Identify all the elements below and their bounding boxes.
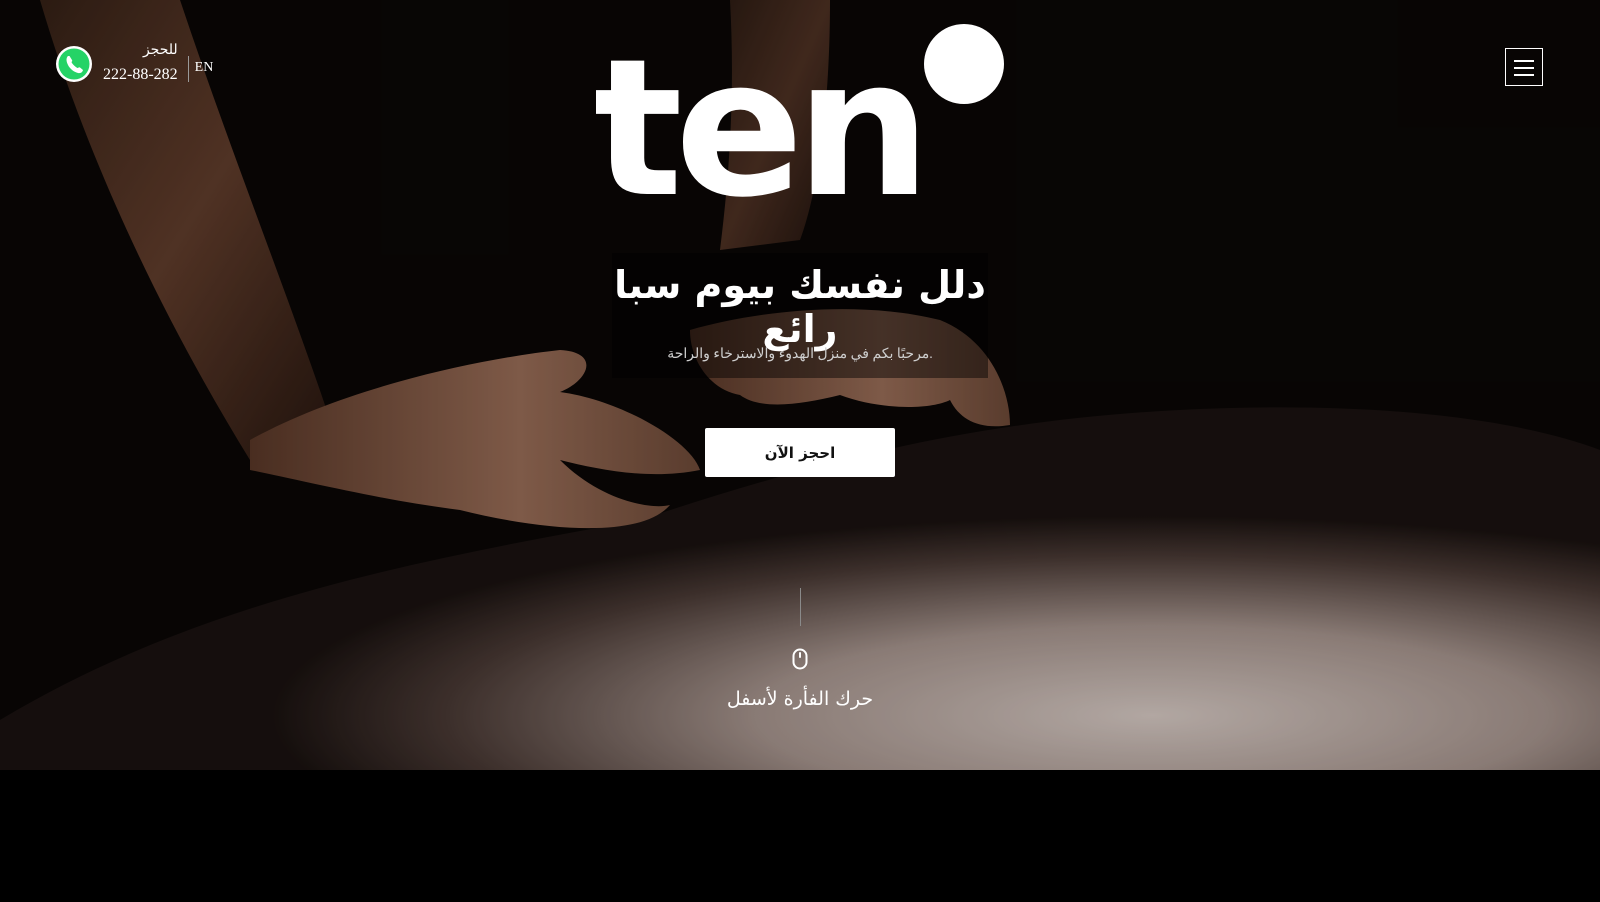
header-booking: للحجز 222-88-282 EN — [55, 42, 213, 86]
menu-icon-bar — [1514, 60, 1534, 62]
logo-dot — [924, 24, 1004, 104]
whatsapp-icon[interactable] — [55, 45, 93, 83]
language-switch-link[interactable]: EN — [195, 60, 214, 76]
hero-headline: دلل نفسك بيوم سبا رائع — [614, 263, 986, 351]
booking-label: للحجز — [142, 43, 178, 58]
language-divider — [187, 56, 189, 82]
book-now-button[interactable]: احجز الآن — [705, 428, 895, 477]
booking-phone[interactable]: 222-88-282 — [103, 64, 178, 86]
page-footer-strip — [0, 770, 1600, 902]
logo-text: ten — [596, 22, 923, 197]
menu-icon-bar — [1514, 74, 1534, 76]
menu-icon[interactable] — [1505, 48, 1543, 86]
menu-icon-bar — [1514, 67, 1534, 69]
mouse-icon — [792, 648, 808, 670]
scroll-divider — [800, 588, 801, 626]
booking-contact[interactable]: للحجز 222-88-282 — [103, 42, 178, 86]
hero-subline: .مرحبًا بكم في منزل الهدوء والاسترخاء وا… — [667, 347, 933, 362]
brand-logo[interactable]: ten — [596, 22, 1006, 197]
scroll-hint[interactable]: حرك الفأرة لأسفل — [650, 688, 950, 710]
